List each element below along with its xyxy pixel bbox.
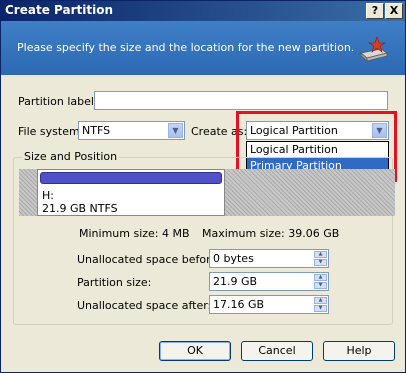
unalloc-after-label: Unallocated space after: [77,299,212,312]
title-bar[interactable]: Create Partition ? X [1,1,405,21]
file-system-label: File system: [18,125,84,138]
banner-description: Please specify the size and the location… [17,41,355,54]
partition-size-spinner[interactable]: 21.9 GB ▲ ▼ [209,272,329,291]
unalloc-before-spinner[interactable]: 0 bytes ▲ ▼ [209,249,329,268]
spin-down-icon[interactable]: ▼ [314,305,327,312]
partition-label-input[interactable] [94,91,388,110]
drive-with-star-icon [360,36,388,62]
partition-size-label: Partition size: [77,276,152,289]
partition-label-label: Partition label: [18,95,98,108]
spin-down-icon[interactable]: ▼ [314,282,327,289]
file-system-select[interactable]: NTFS ▼ [78,121,185,140]
max-size-text: Maximum size: 39.06 GB [202,227,340,240]
header-banner: Please specify the size and the location… [1,21,405,75]
help-title-button[interactable]: ? [366,3,384,19]
spin-up-icon[interactable]: ▲ [314,297,327,304]
partition-block[interactable]: H: 21.9 GB NTFS [37,169,225,216]
close-button[interactable]: X [385,3,403,19]
window-title: Create Partition [5,3,113,17]
cancel-button[interactable]: Cancel [241,341,313,361]
unalloc-before-value: 0 bytes [213,252,254,265]
create-partition-dialog: Create Partition ? X Please specify the … [0,0,406,373]
file-system-value: NTFS [82,124,111,137]
unalloc-before-label: Unallocated space before: [77,253,221,266]
chevron-down-icon[interactable]: ▼ [168,123,183,138]
spin-up-icon[interactable]: ▲ [314,274,327,281]
unalloc-after-value: 17.16 GB [213,298,265,311]
spin-down-icon[interactable]: ▼ [314,259,327,266]
partition-resize-bar[interactable] [40,172,222,184]
size-position-legend: Size and Position [22,150,120,163]
spin-up-icon[interactable]: ▲ [314,251,327,258]
help-button[interactable]: Help [323,341,395,361]
partition-size-fs: 21.9 GB NTFS [42,202,118,215]
unalloc-after-spinner[interactable]: 17.16 GB ▲ ▼ [209,295,329,314]
partition-size-value: 21.9 GB [213,275,258,288]
min-size-text: Minimum size: 4 MB [79,227,190,240]
partition-drive-letter: H: [42,189,54,202]
ok-button[interactable]: OK [159,341,231,361]
